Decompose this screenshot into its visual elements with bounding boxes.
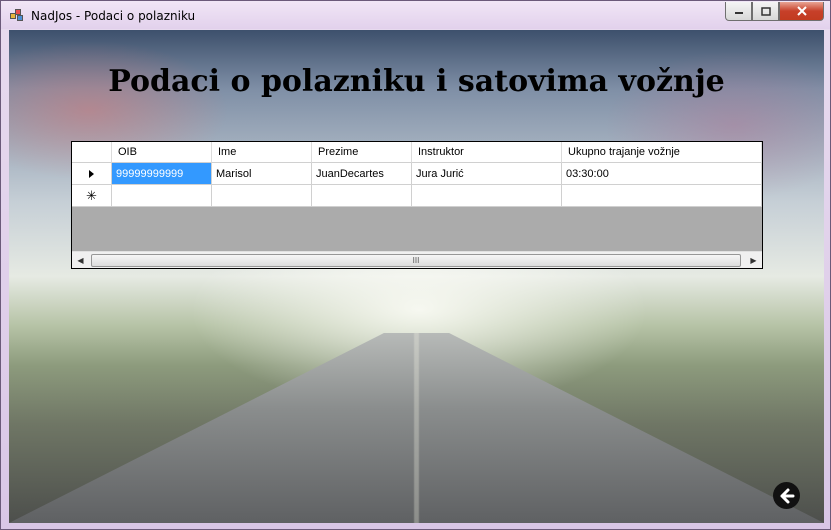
column-header-oib[interactable]: OIB — [112, 142, 212, 163]
new-cell-ukupno-trajanje[interactable] — [562, 185, 762, 207]
new-cell-oib[interactable] — [112, 185, 212, 207]
minimize-icon — [734, 12, 743, 14]
page-heading: Podaci o polazniku i satovima vožnje — [108, 64, 725, 99]
table-row[interactable]: 99999999999 Marisol JuanDecartes Jura Ju… — [72, 163, 762, 185]
maximize-icon — [760, 6, 771, 16]
cell-ukupno-trajanje[interactable]: 03:30:00 — [562, 163, 762, 185]
cell-oib[interactable]: 99999999999 — [112, 163, 212, 185]
column-header-ime[interactable]: Ime — [212, 142, 312, 163]
close-button[interactable] — [779, 2, 824, 21]
form-client-area: Podaci o polazniku i satovima vožnje OIB… — [9, 30, 824, 523]
back-button[interactable] — [773, 482, 800, 509]
horizontal-scrollbar[interactable]: ◀ III ▶ — [72, 251, 762, 268]
scroll-thumb-grip: III — [412, 256, 420, 265]
scroll-thumb[interactable]: III — [91, 254, 741, 267]
close-icon — [796, 6, 807, 16]
window-controls — [725, 2, 824, 22]
title-bar[interactable]: NadJos - Podaci o polazniku — [1, 1, 830, 29]
scroll-right-button[interactable]: ▶ — [745, 252, 762, 269]
row-header-current[interactable] — [72, 163, 112, 185]
column-header-prezime[interactable]: Prezime — [312, 142, 412, 163]
grid-header-row: OIB Ime Prezime Instruktor Ukupno trajan… — [72, 142, 762, 163]
arrow-left-icon — [780, 488, 794, 503]
scroll-right-icon: ▶ — [750, 256, 757, 265]
maximize-button[interactable] — [752, 2, 779, 21]
scroll-left-icon: ◀ — [77, 256, 84, 265]
row-header-new[interactable]: ✳ — [72, 185, 112, 207]
current-row-icon — [89, 169, 94, 178]
new-row-icon: ✳ — [86, 188, 97, 203]
new-cell-ime[interactable] — [212, 185, 312, 207]
minimize-button[interactable] — [725, 2, 752, 21]
new-row[interactable]: ✳ — [72, 185, 762, 207]
scroll-left-button[interactable]: ◀ — [72, 252, 89, 269]
window-title: NadJos - Podaci o polazniku — [31, 9, 196, 23]
new-cell-instruktor[interactable] — [412, 185, 562, 207]
app-icon — [10, 9, 24, 21]
cell-prezime[interactable]: JuanDecartes — [312, 163, 412, 185]
column-header-instruktor[interactable]: Instruktor — [412, 142, 562, 163]
app-window: NadJos - Podaci o polazniku Podaci o pol… — [0, 0, 831, 530]
cell-ime[interactable]: Marisol — [212, 163, 312, 185]
column-header-ukupno-trajanje[interactable]: Ukupno trajanje vožnje — [562, 142, 762, 163]
data-grid[interactable]: OIB Ime Prezime Instruktor Ukupno trajan… — [71, 141, 763, 269]
cell-instruktor[interactable]: Jura Jurić — [412, 163, 562, 185]
grid-corner-header[interactable] — [72, 142, 112, 163]
new-cell-prezime[interactable] — [312, 185, 412, 207]
